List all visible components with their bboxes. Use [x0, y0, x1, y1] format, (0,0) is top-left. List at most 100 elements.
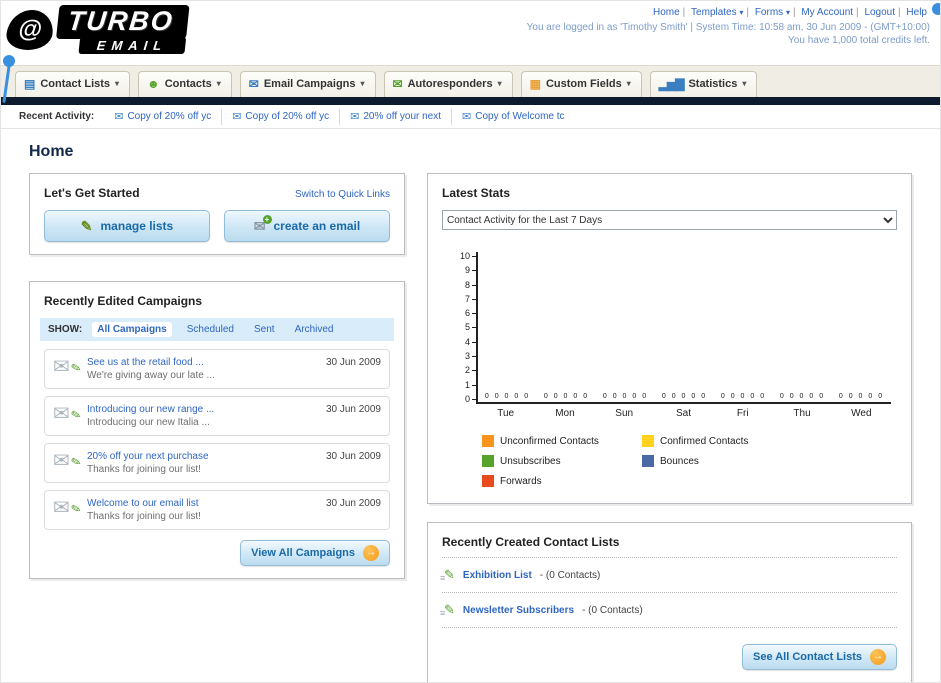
legend-label: Forwards	[500, 475, 542, 487]
contacts-icon: ☻	[147, 76, 160, 91]
tab-email-campaigns[interactable]: ✉ Email Campaigns ▾	[239, 71, 376, 97]
envelope-icon: ✉	[114, 111, 124, 123]
legend-label: Confirmed Contacts	[660, 435, 749, 447]
nav-link-templates[interactable]: Templates ▾	[691, 7, 743, 18]
y-tick-label: 3	[465, 352, 476, 361]
chevron-down-icon: ▾	[739, 8, 744, 17]
see-all-contact-lists-button[interactable]: See All Contact Lists →	[741, 644, 897, 670]
y-tick-label: 9	[465, 266, 476, 275]
tab-label: Contact Lists	[40, 77, 111, 90]
legend-label: Unsubscribes	[500, 455, 561, 467]
pencil-list-icon: ≡ ✎	[440, 567, 455, 583]
legend-item: Forwards	[482, 475, 642, 487]
custom-fields-icon: ▦	[529, 76, 541, 91]
tab-contact-lists[interactable]: ▤ Contact Lists ▾	[15, 71, 131, 97]
legend-item: Unsubscribes	[482, 455, 642, 467]
chart-value-labels: 0 0 0 0 0	[543, 393, 590, 400]
stats-range-select[interactable]: Contact Activity for the Last 7 Days	[442, 210, 897, 230]
campaign-title-link[interactable]: Introducing our new range ...	[87, 404, 318, 415]
y-tick-label: 6	[465, 309, 476, 318]
manage-lists-button[interactable]: ✎ manage lists	[44, 210, 210, 242]
statistics-icon: ▂▅▇	[658, 76, 685, 91]
email-campaigns-icon: ✉	[248, 76, 259, 91]
main-content: Home Let's Get Started Switch to Quick L…	[1, 129, 940, 682]
recent-activity-item[interactable]: ✉ 20% off your next	[339, 108, 451, 125]
tab-custom-fields[interactable]: ▦ Custom Fields ▾	[520, 71, 642, 97]
logo-subtitle: EMAIL	[77, 37, 187, 54]
credits-info: You have 1,000 total credits left.	[788, 35, 930, 46]
main-nav-tab-strip: ▤ Contact Lists ▾ ☻ Contacts ▾ ✉ Email C…	[1, 65, 940, 97]
nav-link-home[interactable]: Home	[653, 7, 680, 18]
filter-tab-archived[interactable]: Archived	[290, 322, 339, 337]
switch-quick-links-link[interactable]: Switch to Quick Links	[295, 189, 390, 200]
header-right: Home | Templates ▾ | Forms ▾ | My Account | …	[527, 5, 930, 46]
x-tick-label: Sat	[675, 408, 691, 419]
legend-item: Bounces	[642, 455, 802, 467]
tab-autoresponders[interactable]: ✉ Autoresponders ▾	[383, 71, 513, 97]
tab-contacts[interactable]: ☻ Contacts ▾	[138, 71, 232, 97]
filter-tab-all-campaigns[interactable]: All Campaigns	[92, 322, 172, 337]
recent-activity-item[interactable]: ✉ Copy of Welcome tc	[451, 108, 575, 125]
logo-swirl-icon: @	[4, 9, 56, 50]
campaign-subtitle: Thanks for joining our list!	[87, 464, 201, 475]
campaign-title-link[interactable]: Welcome to our email list	[87, 498, 318, 509]
envelope-icon: ✉	[350, 111, 360, 123]
contact-list-count: - (0 Contacts)	[539, 569, 601, 581]
legend-item: Unconfirmed Contacts	[482, 435, 642, 447]
logo-text: TURBO EMAIL	[54, 5, 190, 54]
campaign-date: 30 Jun 2009	[325, 451, 381, 462]
campaign-row[interactable]: ✉ ✎ Welcome to our email list Thanks for …	[44, 490, 390, 530]
tab-statistics[interactable]: ▂▅▇ Statistics ▾	[649, 71, 758, 97]
chart-day-group: 0 0 0 0 0	[478, 393, 537, 402]
legend-swatch	[642, 435, 654, 447]
divider-bar	[1, 97, 940, 105]
filter-tab-sent[interactable]: Sent	[249, 322, 280, 337]
contact-list-row[interactable]: ≡ ✎ Newsletter Subscribers - (0 Contacts)	[440, 593, 897, 628]
view-all-campaigns-label: View All Campaigns	[251, 547, 355, 559]
contact-list-link[interactable]: Newsletter Subscribers	[463, 605, 574, 616]
get-started-panel: Let's Get Started Switch to Quick Links …	[29, 173, 405, 255]
recent-activity-label: Recent Activity:	[19, 111, 95, 122]
legend-swatch	[482, 435, 494, 447]
filter-tab-scheduled[interactable]: Scheduled	[182, 322, 239, 337]
pencil-list-icon: ≡ ✎	[440, 602, 455, 618]
show-label: SHOW:	[48, 324, 83, 335]
x-tick-label: Sun	[615, 408, 634, 419]
chart-day-group: 0 0 0 0 0	[596, 393, 655, 402]
right-column: Latest Stats Contact Activity for the La…	[427, 173, 912, 682]
decoration-dot-right	[932, 3, 940, 15]
y-tick-label: 0	[465, 394, 476, 404]
chart-value-labels: 0 0 0 0 0	[484, 393, 531, 400]
envelope-icon: ✉	[462, 111, 472, 123]
campaign-row[interactable]: ✉ ✎ 20% off your next purchase Thanks for…	[44, 443, 390, 483]
arrow-right-icon: →	[870, 649, 886, 665]
chevron-down-icon: ▾	[785, 8, 790, 17]
recent-activity-item[interactable]: ✉ Copy of 20% off yc	[221, 108, 339, 125]
nav-link-help[interactable]: Help	[906, 7, 927, 18]
contact-list-link[interactable]: Exhibition List	[463, 570, 532, 581]
chart-day-group: 0 0 0 0 0	[832, 393, 891, 402]
campaign-row[interactable]: ✉ ✎ Introducing our new range ... Introdu…	[44, 396, 390, 436]
contact-list-row[interactable]: ≡ ✎ Exhibition List - (0 Contacts)	[440, 557, 897, 593]
recent-campaigns-title: Recently Edited Campaigns	[44, 294, 203, 308]
create-email-label: create an email	[273, 219, 361, 233]
create-email-button[interactable]: ✉ + create an email	[224, 210, 390, 242]
tab-label: Statistics	[688, 77, 738, 90]
nav-link-my-account[interactable]: My Account	[801, 7, 853, 18]
contact-activity-chart: 10 9 8 7 6 5 4 3 2 1 0 0 0 0 0 00 0 0 0 00 0 0 0 0…	[450, 252, 891, 404]
separator: |	[682, 7, 686, 18]
nav-link-forms[interactable]: Forms ▾	[755, 7, 790, 18]
separator: |	[792, 7, 796, 18]
campaign-title-link[interactable]: See us at the retail food ...	[87, 357, 318, 368]
view-all-campaigns-button[interactable]: View All Campaigns →	[240, 540, 390, 566]
legend-label: Bounces	[660, 455, 699, 467]
chart-x-axis-labels: Tue Mon Sun Sat Fri Thu Wed	[476, 408, 891, 419]
chart-legend: Unconfirmed Contacts Confirmed Contacts Un…	[482, 435, 897, 487]
campaign-subtitle: Thanks for joining our list!	[87, 511, 201, 522]
recent-activity-bar: Recent Activity: ✉ Copy of 20% off yc ✉ …	[1, 105, 940, 129]
y-tick-label: 1	[465, 380, 476, 390]
nav-link-logout[interactable]: Logout	[864, 7, 895, 18]
campaign-title-link[interactable]: 20% off your next purchase	[87, 451, 318, 462]
campaign-row[interactable]: ✉ ✎ See us at the retail food ... We're g…	[44, 349, 390, 389]
recent-activity-item[interactable]: ✉ Copy of 20% off yc	[104, 109, 221, 125]
